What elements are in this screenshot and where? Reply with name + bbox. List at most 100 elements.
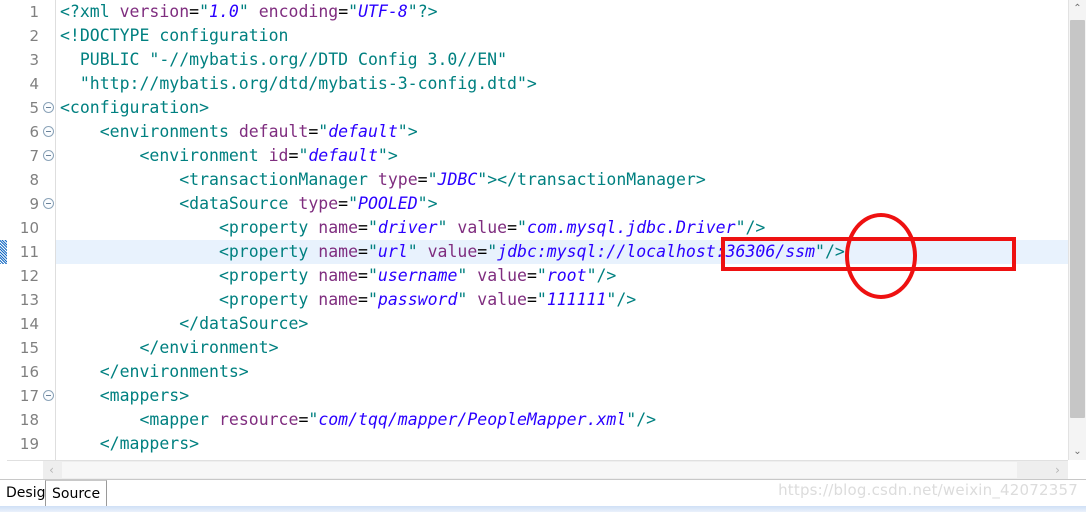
code-token-attr: type	[298, 194, 339, 213]
line-number[interactable]: 12	[7, 264, 55, 288]
code-fold-collapse-icon[interactable]	[43, 126, 54, 137]
code-token-quote: "	[348, 194, 359, 213]
line-number[interactable]: 8	[7, 168, 55, 192]
code-fold-collapse-icon[interactable]	[43, 390, 54, 401]
code-token-val: password	[377, 290, 458, 309]
line-number[interactable]: 14	[7, 312, 55, 336]
code-token-val: com.mysql.jdbc.Driver	[526, 218, 736, 237]
code-line[interactable]: </environments>	[56, 360, 1068, 384]
code-token-eq: =	[338, 2, 349, 21]
line-number[interactable]: 18	[7, 408, 55, 432]
code-token-quote: "	[477, 170, 488, 189]
line-number[interactable]: 11	[7, 240, 55, 264]
code-token-tag: ></transactionManager>	[487, 170, 706, 189]
code-token-eq: =	[288, 146, 299, 165]
line-number[interactable]: 4	[7, 72, 55, 96]
code-token-tag: />	[596, 266, 617, 285]
code-token-tag: />	[616, 290, 637, 309]
code-fold-collapse-icon[interactable]	[43, 102, 54, 113]
code-token-val: UTF-8	[358, 2, 408, 21]
line-number[interactable]: 9	[7, 192, 55, 216]
watermark-text: https://blog.csdn.net/weixin_42072357	[778, 481, 1078, 499]
tab-source[interactable]: Source	[45, 480, 108, 507]
scrollbar-corner	[7, 461, 43, 479]
code-token-eq: =	[338, 194, 349, 213]
line-number-label: 17	[19, 387, 39, 405]
code-token-quote: "	[536, 290, 547, 309]
scroll-down-arrow-icon[interactable]: ⌄	[1069, 443, 1086, 460]
code-line[interactable]: <property name="password" value="111111"…	[56, 288, 1068, 312]
code-fold-collapse-icon[interactable]	[43, 150, 54, 161]
code-line[interactable]: <mappers>	[56, 384, 1068, 408]
line-number-gutter[interactable]: 1 2 3 4 5 6 7 8 9 10 11 12 13 14 15 16 17 18 19	[7, 0, 56, 460]
code-line[interactable]: <property name="driver" value="com.mysql…	[56, 216, 1068, 240]
line-number[interactable]: 1	[7, 0, 55, 24]
code-token-quote: "	[199, 2, 210, 21]
code-token-attr: resource	[218, 410, 299, 429]
line-number-label: 1	[29, 3, 39, 21]
code-token-tag: />	[745, 218, 766, 237]
scroll-up-arrow-icon[interactable]: ⌃	[1069, 0, 1086, 17]
code-token-tag: <property	[60, 266, 319, 285]
vertical-scrollbar[interactable]: ⌃ ⌄	[1068, 0, 1086, 460]
code-token-tag: </dataSource>	[60, 314, 309, 333]
code-content[interactable]: <?xml version="1.0" encoding="UTF-8"?> <!…	[56, 0, 1068, 460]
code-line[interactable]: <dataSource type="POOLED">	[56, 192, 1068, 216]
code-token-attr: encoding	[258, 2, 339, 21]
code-line[interactable]: </dataSource>	[56, 312, 1068, 336]
line-number-label: 19	[19, 435, 39, 453]
code-token-eq: =	[526, 290, 537, 309]
code-line[interactable]: <configuration>	[56, 96, 1068, 120]
code-token-eq: =	[477, 242, 488, 261]
line-number[interactable]: 13	[7, 288, 55, 312]
editor-text-area[interactable]: 1 2 3 4 5 6 7 8 9 10 11 12 13 14 15 16 17 18 19 <?xml vers…	[0, 0, 1086, 460]
code-line[interactable]: <!DOCTYPE configuration	[56, 24, 1068, 48]
code-line[interactable]: <environments default="default">	[56, 120, 1068, 144]
line-number[interactable]: 3	[7, 48, 55, 72]
code-token-attr: name	[318, 218, 359, 237]
line-number[interactable]: 6	[7, 120, 55, 144]
code-line[interactable]: </mappers>	[56, 432, 1068, 456]
code-line[interactable]: <?xml version="1.0" encoding="UTF-8"?>	[56, 0, 1068, 24]
line-number-label: 6	[29, 123, 39, 141]
code-token-tag: >	[427, 194, 438, 213]
vertical-scrollbar-thumb[interactable]	[1070, 20, 1085, 418]
line-number[interactable]: 10	[7, 216, 55, 240]
code-fold-collapse-icon[interactable]	[43, 198, 54, 209]
line-number[interactable]: 5	[7, 96, 55, 120]
code-token-eq: =	[358, 290, 368, 309]
code-line[interactable]: <mapper resource="com/tqq/mapper/PeopleM…	[56, 408, 1068, 432]
code-token-quote: "	[417, 194, 428, 213]
code-token-tag: <environments	[60, 122, 239, 141]
code-line[interactable]: <property name="url" value="jdbc:mysql:/…	[56, 240, 1068, 264]
code-line[interactable]: <transactionManager type="JDBC"></transa…	[56, 168, 1068, 192]
code-line[interactable]: "http://mybatis.org/dtd/mybatis-3-config…	[56, 72, 1068, 96]
code-token-val: POOLED	[358, 194, 418, 213]
line-number[interactable]: 17	[7, 384, 55, 408]
code-token-quote: "	[407, 2, 418, 21]
scroll-left-arrow-icon[interactable]: ‹	[43, 461, 60, 479]
code-token-val: jdbc:mysql://localhost:36306/ssm	[497, 242, 816, 261]
line-number[interactable]: 19	[7, 432, 55, 456]
code-token-quote: "	[367, 218, 378, 237]
code-line[interactable]: <property name="username" value="root"/>	[56, 264, 1068, 288]
code-token-val: 1.0	[209, 2, 239, 21]
code-token-doctype: <!DOCTYPE configuration	[60, 26, 289, 45]
horizontal-scrollbar[interactable]: ‹ ›	[7, 460, 1068, 479]
line-number-label: 16	[19, 363, 39, 381]
code-token-attr: version	[119, 2, 190, 21]
line-number[interactable]: 15	[7, 336, 55, 360]
horizontal-scrollbar-thumb[interactable]	[62, 462, 1017, 478]
code-token-quote: "	[308, 410, 319, 429]
scroll-right-arrow-icon[interactable]: ›	[1049, 461, 1066, 479]
line-number[interactable]: 16	[7, 360, 55, 384]
code-line[interactable]: PUBLIC "-//mybatis.org//DTD Config 3.0//…	[56, 48, 1068, 72]
line-number[interactable]: 7	[7, 144, 55, 168]
line-number[interactable]: 2	[7, 24, 55, 48]
code-line[interactable]: </environment>	[56, 336, 1068, 360]
code-line[interactable]: <environment id="default">	[56, 144, 1068, 168]
code-token-quote: "	[536, 266, 547, 285]
code-token-tag: ?>	[417, 2, 438, 21]
